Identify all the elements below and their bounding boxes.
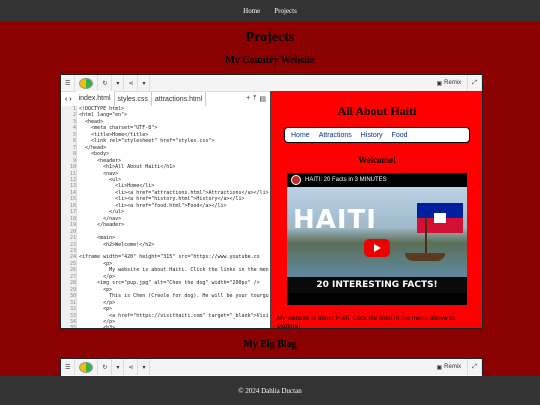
code-line: <a href="https://visithaiti.com" target=… xyxy=(79,312,269,319)
preview-paragraph: My website is about Haiti. Click the lin… xyxy=(277,315,455,328)
project-title-blog: My Big Blog xyxy=(243,339,297,350)
code-line: <li><a href="history.html">History</a></… xyxy=(79,196,245,203)
code-line: My website is about Haiti. Click the lin… xyxy=(79,267,269,274)
preview-welcome: Welcome! xyxy=(358,155,396,165)
remix-button[interactable]: ▣ Remix xyxy=(431,80,468,87)
code-area[interactable]: <!DOCTYPE html> <html lang="en"> <head> <… xyxy=(79,106,269,328)
youtube-video[interactable]: HAITI: 20 Facts in 3 MINUTES HAITI 20 IN… xyxy=(287,173,467,305)
haiti-flag-icon xyxy=(417,203,463,233)
play-icon[interactable] xyxy=(364,239,390,257)
facts-banner: 20 INTERESTING FACTS! xyxy=(287,277,467,293)
glitch-logo-icon[interactable] xyxy=(75,359,99,375)
remix-label: Remix xyxy=(444,364,462,370)
top-nav: Home Projects xyxy=(0,0,540,22)
editor-toolbar: ☰ ↻ ▾ ⋖ ▾ ▣ Remix ⤢ xyxy=(61,75,482,92)
video-thumbnail: HAITI xyxy=(287,187,467,277)
add-file-icon[interactable]: + xyxy=(246,95,250,103)
fullscreen-icon[interactable]: ⤢ xyxy=(467,359,482,375)
footer: © 2024 Dahlia Ductan xyxy=(0,376,540,405)
tab-styles[interactable]: styles.css xyxy=(115,92,152,106)
boat-mast xyxy=(425,217,427,253)
embedded-editor: ☰ ↻ ▾ ⋖ ▾ ▣ Remix ⤢ ‹ › index.html style… xyxy=(60,74,483,329)
video-header: HAITI: 20 Facts in 3 MINUTES xyxy=(287,173,467,187)
menu-icon[interactable]: ☰ xyxy=(61,75,76,91)
remix-icon: ▣ xyxy=(436,364,443,371)
embedded-editor-2: ☰ ↻ ▾ ⋖ ▾ ▣ Remix ⤢ xyxy=(60,358,483,378)
code-editor[interactable]: 1 2 3 4 5 6 7 8 9 10 11 12 13 14 15 16 17 18 19 20 21 22 23 24 2… xyxy=(61,106,269,328)
tab-nav-arrows-icon[interactable]: ‹ › xyxy=(61,96,76,103)
glitch-logo-icon[interactable] xyxy=(75,75,99,91)
refresh-icon[interactable]: ↻ xyxy=(98,75,113,91)
upload-icon[interactable]: ⤒ xyxy=(253,95,256,103)
project-title-country: My Country Website xyxy=(225,55,315,66)
menu-icon[interactable]: ☰ xyxy=(61,359,76,375)
code-line: <h3> xyxy=(79,325,269,328)
tab-attractions[interactable]: attractions.html xyxy=(152,92,207,106)
chevron-down-icon[interactable]: ▾ xyxy=(112,359,125,375)
preview-title: All About Haiti xyxy=(337,104,417,118)
file-tabs: ‹ › index.html styles.css attractions.ht… xyxy=(61,91,269,107)
remix-icon: ▣ xyxy=(436,80,443,87)
share-icon[interactable]: ⋖ xyxy=(124,75,139,91)
code-line: <img src="pup.jpg" alt="Chen the dog" wi… xyxy=(79,280,260,287)
preview-nav: Home Attractions History Food xyxy=(284,127,470,143)
nav-link-projects[interactable]: Projects xyxy=(274,7,297,15)
tab-index[interactable]: index.html xyxy=(75,91,115,107)
preview-nav-home[interactable]: Home xyxy=(291,132,310,139)
refresh-icon[interactable]: ↻ xyxy=(98,359,113,375)
page-title: Projects xyxy=(245,30,295,45)
channel-avatar xyxy=(291,175,301,185)
share-chevron-down-icon[interactable]: ▾ xyxy=(138,359,151,375)
code-line: <iframe width="420" height="315" src="ht… xyxy=(79,254,260,261)
preview-nav-attractions[interactable]: Attractions xyxy=(319,132,352,139)
chevron-down-icon[interactable]: ▾ xyxy=(112,75,125,91)
save-icon[interactable]: ▤ xyxy=(259,95,266,103)
boat xyxy=(405,253,445,261)
editor-toolbar-2: ☰ ↻ ▾ ⋖ ▾ ▣ Remix ⤢ xyxy=(61,359,482,375)
preview-pane: All About Haiti Home Attractions History… xyxy=(270,91,482,328)
preview-nav-history[interactable]: History xyxy=(361,132,383,139)
share-chevron-down-icon[interactable]: ▾ xyxy=(138,75,151,91)
thumbnail-haiti-text: HAITI xyxy=(293,205,377,235)
remix-button[interactable]: ▣ Remix xyxy=(431,364,468,371)
nav-link-home[interactable]: Home xyxy=(243,7,260,15)
fullscreen-icon[interactable]: ⤢ xyxy=(467,75,482,91)
video-title: HAITI: 20 Facts in 3 MINUTES xyxy=(305,177,387,183)
share-icon[interactable]: ⋖ xyxy=(124,359,139,375)
preview-nav-food[interactable]: Food xyxy=(392,132,408,139)
remix-label: Remix xyxy=(444,80,462,86)
line-number-gutter: 1 2 3 4 5 6 7 8 9 10 11 12 13 14 15 16 17 18 19 20 21 22 23 24 2… xyxy=(61,106,77,328)
code-line: This is Chen (Creole for dog). He will b… xyxy=(79,293,269,300)
line-number: 35 xyxy=(61,325,76,328)
